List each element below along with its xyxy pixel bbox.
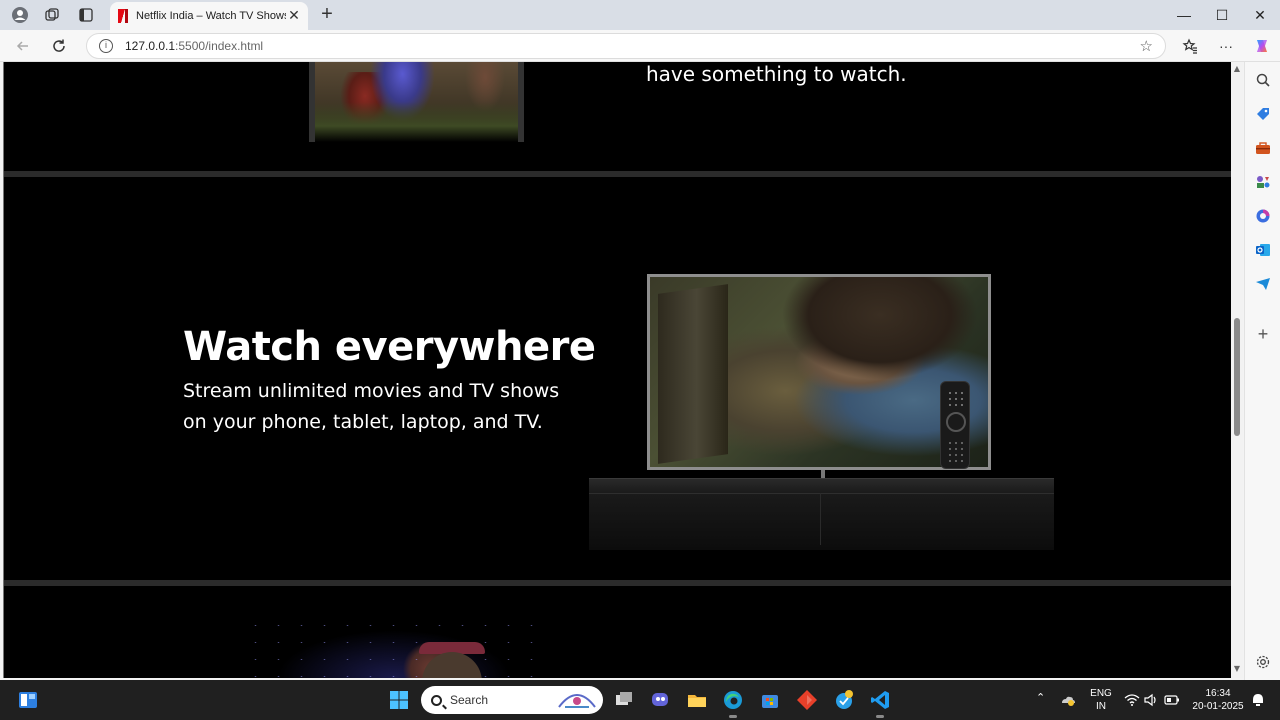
scroll-up-icon[interactable]: ▲ (1233, 64, 1241, 73)
task-view-icon[interactable] (613, 689, 635, 711)
profile-icon[interactable] (8, 4, 32, 26)
edge-sidebar: + (1244, 62, 1280, 680)
netflix-favicon-icon (118, 9, 128, 23)
scroll-thumb[interactable] (1234, 318, 1240, 436)
language-top: ENG (1090, 688, 1112, 699)
scroll-down-icon[interactable]: ▼ (1233, 664, 1241, 673)
watch-everywhere-heading: Watch everywhere (183, 324, 596, 370)
copilot-icon[interactable] (1251, 35, 1273, 57)
office-app-icon[interactable] (796, 689, 818, 711)
address-bar[interactable]: i 127.0.0.1:5500/index.html ☆ (86, 33, 1166, 59)
clock-date: 20-01-2025 (1192, 701, 1244, 712)
games-icon[interactable] (1255, 174, 1271, 190)
section-divider (4, 580, 1231, 586)
taskbar-search[interactable]: Search (421, 686, 603, 714)
windows-start-icon[interactable] (388, 689, 410, 711)
previous-section-text: have something to watch. (646, 62, 907, 86)
stars-decoration (244, 617, 544, 678)
chat-icon[interactable] (649, 689, 671, 711)
address-path: :5500/index.html (175, 39, 264, 53)
more-menu-button[interactable]: ··· (1215, 35, 1237, 57)
widgets-icon[interactable] (17, 689, 39, 711)
language-indicator[interactable]: ENG IN (1086, 687, 1116, 713)
collections-icon[interactable] (40, 4, 64, 26)
remote-control-icon (940, 381, 970, 469)
outlook-icon[interactable] (1255, 242, 1271, 258)
battery-icon[interactable] (1164, 692, 1180, 708)
vscode-icon[interactable] (869, 689, 891, 718)
shopping-icon[interactable] (1255, 106, 1271, 122)
watch-everywhere-line-1: Stream unlimited movies and TV shows (183, 380, 560, 402)
explorer-icon[interactable] (686, 689, 708, 711)
store-icon[interactable] (759, 689, 781, 711)
send-icon[interactable] (1255, 276, 1271, 292)
watch-everywhere-description: Stream unlimited movies and TV shows on … (183, 376, 603, 438)
volume-icon[interactable] (1143, 692, 1159, 708)
search-highlight-icon (558, 694, 596, 708)
clock[interactable]: 16:34 20-01-2025 (1186, 687, 1250, 713)
settings-icon[interactable] (1255, 654, 1271, 670)
tv-illustration (589, 242, 1054, 562)
notification-icon[interactable] (1251, 692, 1265, 708)
address-text: 127.0.0.1:5500/index.html (125, 39, 263, 53)
page-scrollbar[interactable]: ▲ ▼ (1231, 62, 1243, 678)
add-icon[interactable]: + (1255, 325, 1271, 343)
clock-time: 16:34 (1205, 688, 1231, 699)
address-host: 127.0.0.1 (125, 39, 176, 53)
refresh-icon[interactable] (48, 35, 70, 57)
back-icon[interactable] (12, 35, 34, 57)
search-sidebar-icon[interactable] (1255, 72, 1271, 88)
tray-overflow-icon[interactable]: ⌃ (1036, 692, 1045, 705)
watch-everywhere-line-2: on your phone, tablet, laptop, and TV. (183, 411, 543, 433)
tab-actions-icon[interactable] (74, 4, 98, 26)
tools-icon[interactable] (1255, 140, 1271, 156)
language-bottom: IN (1096, 701, 1106, 712)
section-divider (4, 171, 1231, 177)
maximize-button[interactable]: ☐ (1202, 0, 1242, 30)
browser-toolbar: i 127.0.0.1:5500/index.html ☆ ··· (0, 30, 1280, 62)
favorite-star-icon[interactable]: ☆ (1140, 37, 1153, 55)
new-tab-button[interactable]: + (316, 4, 338, 26)
browser-tab-netflix[interactable]: Netflix India – Watch TV Shows O ✕ (110, 2, 308, 30)
search-icon (431, 694, 442, 706)
info-icon[interactable]: i (99, 39, 113, 53)
onedrive-icon[interactable] (1060, 692, 1076, 708)
tips-icon[interactable] (833, 689, 855, 711)
windows-taskbar: Search ⌃ ENG IN 16:34 20-01-2025 (0, 680, 1280, 720)
office-icon[interactable] (1255, 208, 1271, 224)
edge-icon[interactable] (722, 689, 744, 718)
close-tab-icon[interactable]: ✕ (286, 8, 302, 24)
favorites-icon[interactable] (1179, 35, 1201, 57)
wifi-icon[interactable] (1124, 692, 1140, 708)
taskbar-search-label: Search (450, 693, 489, 707)
tv-cabinet (589, 478, 1054, 550)
browser-titlebar: Netflix India – Watch TV Shows O ✕ + — ☐… (0, 0, 1280, 30)
page-viewport: have something to watch. Watch everywher… (3, 62, 1231, 678)
close-window-button[interactable]: ✕ (1240, 0, 1280, 30)
minimize-button[interactable]: — (1164, 0, 1204, 30)
kids-profile-image (309, 62, 524, 142)
tab-title: Netflix India – Watch TV Shows O (136, 10, 286, 22)
